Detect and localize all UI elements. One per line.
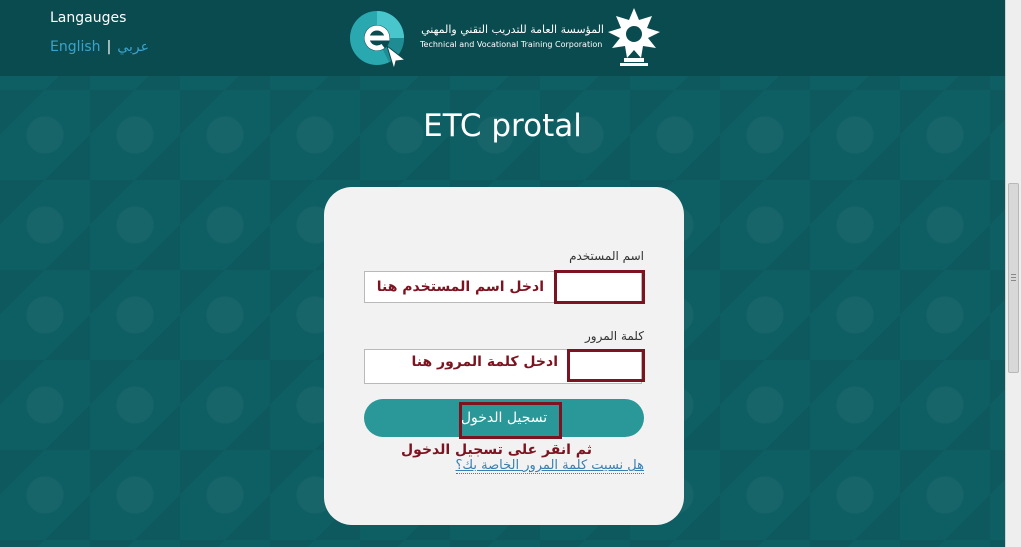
login-annotation: ثم انقر على تسجيل الدخول — [401, 442, 592, 458]
language-switcher: English | عربي — [50, 39, 149, 55]
login-highlight-box — [459, 402, 562, 439]
e-portal-logo-icon — [350, 11, 407, 70]
forgot-password-link[interactable]: هل نسيت كلمة المرور الخاصة بك؟ — [455, 458, 644, 474]
thumb-grip-line — [1011, 274, 1016, 275]
page: Langauges English | عربي المؤسسة العامة لل… — [0, 0, 1005, 547]
tvtc-emblem-icon — [608, 8, 660, 66]
thumb-grip-line — [1011, 280, 1016, 281]
lang-arabic-link[interactable]: عربي — [117, 39, 149, 55]
vertical-scrollbar[interactable] — [1005, 0, 1021, 547]
scrollbar-thumb[interactable] — [1008, 183, 1019, 373]
lang-english-link[interactable]: English — [50, 39, 101, 55]
username-highlight-box — [554, 270, 645, 304]
username-annotation: ادخل اسم المستخدم هنا — [376, 279, 544, 295]
password-annotation: ادخل كلمة المرور هنا — [411, 354, 558, 370]
password-highlight-box — [567, 349, 645, 382]
lang-separator: | — [106, 39, 112, 55]
languages-title: Langauges — [50, 10, 127, 26]
header: Langauges English | عربي المؤسسة العامة لل… — [0, 0, 1005, 76]
username-label: اسم المستخدم — [569, 249, 644, 263]
org-name-arabic: المؤسسة العامة للتدريب التقني والمهني — [421, 23, 604, 36]
password-label: كلمة المرور — [584, 329, 644, 343]
org-name-english: Technical and Vocational Training Corpor… — [420, 40, 603, 49]
login-card: اسم المستخدم ادخل اسم المستخدم هنا كلمة … — [324, 187, 684, 525]
thumb-grip-line — [1011, 277, 1016, 278]
page-title: ETC protal — [423, 108, 582, 144]
